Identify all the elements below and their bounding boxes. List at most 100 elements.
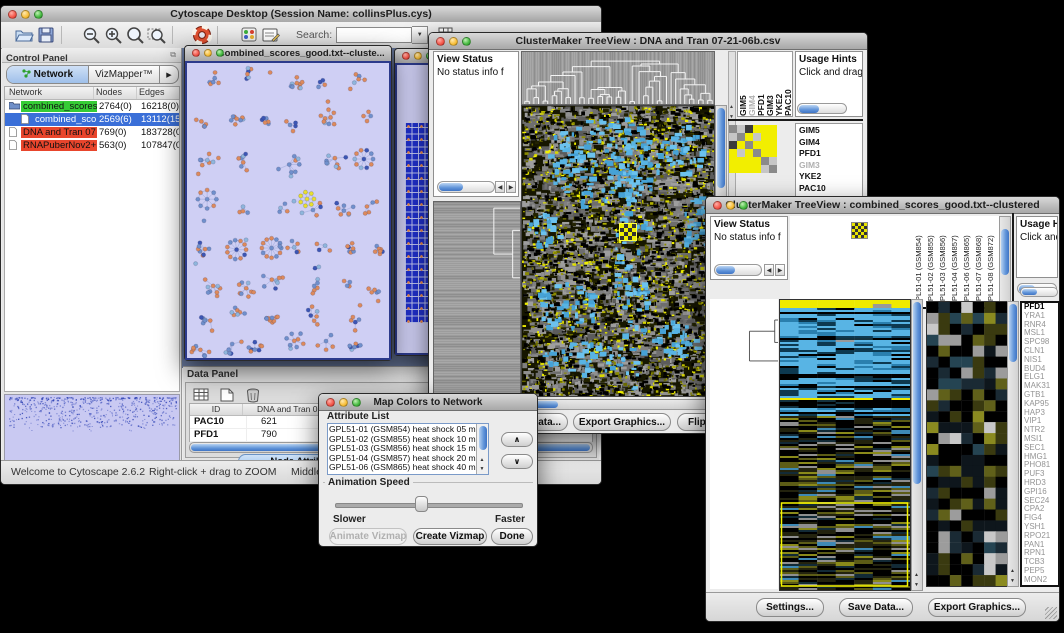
zoom-button[interactable] [462, 37, 471, 46]
main-titlebar[interactable]: Cytoscape Desktop (Session Name: collins… [1, 6, 601, 23]
zoom-button[interactable] [34, 10, 43, 19]
map-dialog-titlebar[interactable]: Map Colors to Network [319, 394, 537, 411]
tv2-status-scrollbar[interactable] [714, 264, 762, 276]
table-row[interactable]: combined_sco2569(6)13112(15) [5, 113, 179, 126]
submatrix-cell [745, 133, 753, 141]
delete-attribute-icon[interactable] [242, 385, 264, 405]
network-view-titlebar[interactable]: combined_scores_good.txt--cluste... [185, 46, 391, 62]
tv2-export-graphics-button[interactable]: Export Graphics... [928, 598, 1026, 617]
speed-slider-thumb[interactable] [415, 496, 428, 512]
tv2-heatmap[interactable] [779, 299, 911, 591]
minimize-button[interactable] [21, 10, 30, 19]
tab-overflow-button[interactable]: ▶ [160, 66, 178, 83]
tv2-status-scroll-left[interactable]: ◀ [764, 264, 774, 276]
attribute-list-item[interactable]: GPL51-01 (GSM854) heat shock 05 min [329, 425, 476, 435]
close-button[interactable] [402, 52, 410, 60]
tv1-column-dendrogram[interactable] [521, 51, 715, 105]
table-row[interactable]: combined_scores2764(0)16218(0) [5, 100, 179, 113]
tv2-collabel-vscrollbar[interactable] [999, 216, 1011, 309]
animate-vizmap-button[interactable]: Animate Vizmap [329, 528, 407, 545]
tv1-row-dendrogram[interactable] [433, 201, 521, 397]
resize-grip[interactable] [1045, 607, 1057, 619]
submatrix-cell [737, 165, 745, 173]
zoom-in-icon[interactable] [102, 25, 124, 45]
zoom-button[interactable] [352, 398, 361, 407]
tv2-genelist-scrollbar[interactable] [1020, 287, 1058, 297]
attribute-list-item[interactable]: GPL51-04 (GSM857) heat shock 20 min [329, 454, 476, 464]
close-button[interactable] [326, 398, 335, 407]
attribute-list-item[interactable]: GPL51-06 (GSM865) heat shock 40 min [329, 463, 476, 473]
float-panel-icon[interactable]: ⧉ [170, 50, 176, 60]
nodes-count: 769(0) [97, 127, 139, 138]
save-icon[interactable] [35, 25, 57, 45]
minimize-button[interactable] [726, 201, 735, 210]
network-overview-panel[interactable] [4, 394, 180, 462]
minimize-button[interactable] [339, 398, 348, 407]
close-button[interactable] [8, 10, 17, 19]
attribute-listbox[interactable]: GPL51-01 (GSM854) heat shock 05 minGPL51… [327, 423, 489, 475]
new-attribute-icon[interactable] [216, 385, 238, 405]
treeview1-titlebar[interactable]: ClusterMaker TreeView : DNA and Tran 07-… [429, 33, 867, 50]
treeview2-titlebar[interactable]: ClusterMaker TreeView : combined_scores_… [706, 197, 1059, 214]
tv1-selected-submatrix[interactable] [729, 125, 777, 173]
move-up-button[interactable]: ∧ [501, 432, 533, 447]
dp-col-id[interactable]: ID [190, 404, 243, 415]
open-folder-icon[interactable] [13, 25, 35, 45]
create-vizmap-button[interactable]: Create Vizmap [413, 528, 487, 545]
gene-label[interactable]: MON2 [1024, 576, 1058, 585]
tv2-column-tree-area[interactable] [790, 216, 914, 309]
edges-count: 13112(15) [139, 114, 179, 125]
tv2-gene-list[interactable]: PFD1YRA1RNR4MSL1SPC98CLN1NIS1BUD4ELG1MAK… [1020, 301, 1060, 587]
network-view-canvas-frame[interactable] [185, 61, 391, 360]
tv1-status-scroll-right[interactable]: ▶ [506, 181, 516, 193]
attribute-select-icon[interactable] [190, 385, 212, 405]
tab-vizmapper[interactable]: VizMapper™ [89, 66, 160, 83]
tv1-column-label: YKE2 [774, 56, 783, 116]
tab-network[interactable]: Network [7, 66, 89, 83]
zoom-out-icon[interactable] [80, 25, 102, 45]
submatrix-cell [737, 133, 745, 141]
tv2-settings-button[interactable]: Settings... [756, 598, 824, 617]
tab-network-label: Network [34, 69, 73, 80]
attribute-list-item[interactable]: GPL51-07 (GSM868) heat shock 60 min [329, 473, 476, 475]
col-header-nodes[interactable]: Nodes [94, 87, 137, 99]
main-window-title: Cytoscape Desktop (Session Name: collins… [170, 8, 431, 20]
done-button[interactable]: Done [491, 528, 533, 545]
zoom-selected-icon[interactable] [146, 25, 168, 45]
zoom-button[interactable] [739, 201, 748, 210]
tv2-zoom-vscrollbar[interactable]: ▲ ▼ [1007, 301, 1019, 587]
speed-slider-track[interactable] [335, 503, 523, 508]
minimize-button[interactable] [449, 37, 458, 46]
tv1-status-scrollbar[interactable] [437, 181, 495, 193]
minimize-button[interactable] [204, 49, 212, 57]
zoom-button[interactable] [216, 49, 224, 57]
move-down-button[interactable]: ∨ [501, 454, 533, 469]
tv2-row-dendrogram[interactable] [710, 299, 778, 589]
tv1-export-graphics-button[interactable]: Export Graphics... [573, 413, 671, 431]
attribute-list-item[interactable]: GPL51-03 (GSM856) heat shock 15 min [329, 444, 476, 454]
tv2-status-scroll-right[interactable]: ▶ [775, 264, 785, 276]
attribute-list-item[interactable]: GPL51-02 (GSM855) heat shock 10 min [329, 435, 476, 445]
close-button[interactable] [436, 37, 445, 46]
tv2-save-data-button[interactable]: Save Data... [839, 598, 913, 617]
annotation-note-icon[interactable] [260, 25, 282, 45]
close-button[interactable] [192, 49, 200, 57]
zoom-fit-icon[interactable] [124, 25, 146, 45]
col-header-edges[interactable]: Edges [137, 87, 179, 99]
move-up-glyph: ∧ [514, 435, 521, 444]
close-button[interactable] [713, 201, 722, 210]
help-lifesaver-icon[interactable] [191, 25, 213, 45]
minimize-button[interactable] [414, 52, 422, 60]
search-dropdown-button[interactable]: ▼ [412, 26, 428, 44]
tv2-zoom-heatmap[interactable] [926, 301, 1008, 587]
col-header-network[interactable]: Network [5, 87, 94, 99]
tv1-status-scroll-left[interactable]: ◀ [495, 181, 505, 193]
table-row[interactable]: DNA and Tran 07769(0)183728(0) [5, 126, 179, 139]
tv2-heatmap-vscrollbar[interactable]: ▲ ▼ [911, 299, 923, 591]
attribute-list-vscrollbar[interactable]: ▲ ▼ [476, 424, 488, 474]
tv1-hints-scrollbar[interactable] [797, 103, 847, 114]
vizmapper-palette-icon[interactable] [238, 25, 260, 45]
tv1-heatmap[interactable] [521, 105, 715, 397]
search-input[interactable] [336, 27, 412, 43]
table-row[interactable]: RNAPuberNov2+563(0)107847(0) [5, 139, 179, 152]
